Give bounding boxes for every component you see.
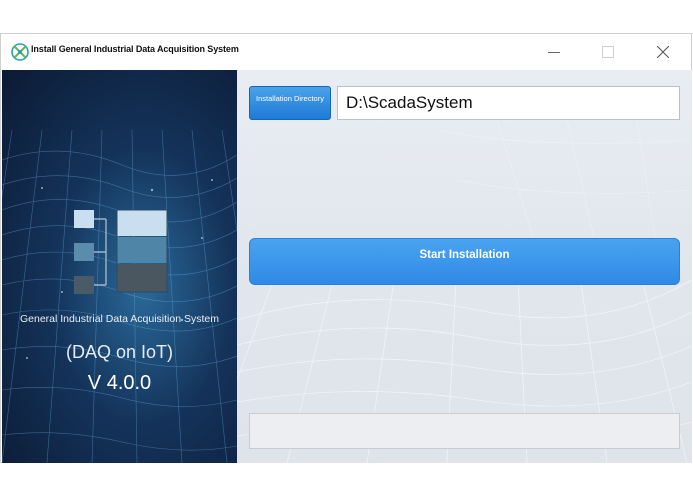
- install-panel: Installation Directory Start Installatio…: [237, 70, 692, 463]
- window-title: Install General Industrial Data Acquisit…: [31, 44, 239, 54]
- product-version: V 4.0.0: [87, 372, 152, 394]
- app-logo-icon: [11, 43, 29, 61]
- minimize-button[interactable]: [537, 40, 571, 64]
- branding-panel: General Industrial Data Acquisition Syst…: [2, 70, 237, 463]
- product-subtitle: (DAQ on IoT): [65, 342, 174, 362]
- installation-directory-input[interactable]: [337, 86, 680, 120]
- start-installation-button[interactable]: Start Installation: [249, 238, 680, 285]
- database-stack-icon: [74, 210, 168, 294]
- close-icon: [657, 46, 669, 58]
- minimize-icon: [548, 52, 560, 53]
- installation-directory-button[interactable]: Installation Directory: [249, 86, 331, 120]
- close-button[interactable]: [646, 40, 680, 64]
- installer-window: Install General Industrial Data Acquisit…: [0, 33, 692, 463]
- installation-progress-bar: [249, 413, 680, 449]
- title-bar[interactable]: Install General Industrial Data Acquisit…: [1, 34, 691, 70]
- maximize-icon: [602, 46, 614, 58]
- maximize-button[interactable]: [591, 40, 625, 64]
- product-name: General Industrial Data Acquisition Syst…: [19, 313, 219, 325]
